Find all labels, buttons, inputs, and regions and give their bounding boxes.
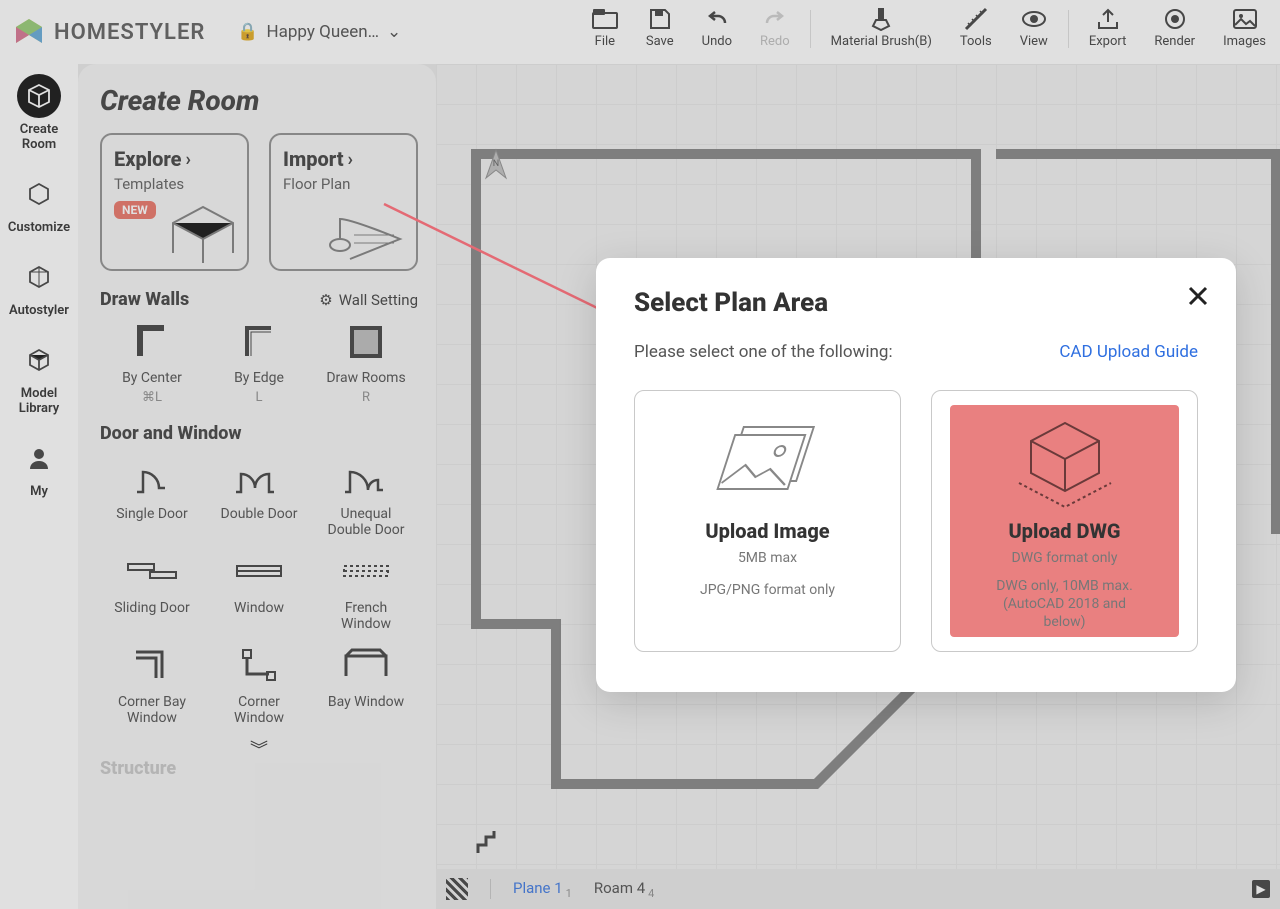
image-stack-icon <box>713 413 823 509</box>
select-plan-area-modal: Select Plan Area Please select one of th… <box>596 258 1236 692</box>
modal-hint: Please select one of the following: <box>634 342 893 362</box>
dwg-model-icon <box>1005 413 1125 509</box>
upload-dwg-option[interactable]: Upload DWG DWG format only DWG only, 10M… <box>931 390 1198 652</box>
close-icon <box>1186 284 1210 308</box>
modal-title: Select Plan Area <box>634 288 1198 318</box>
upload-image-option[interactable]: Upload Image 5MB max JPG/PNG format only <box>634 390 901 652</box>
cad-upload-guide-link[interactable]: CAD Upload Guide <box>1059 342 1198 362</box>
close-button[interactable] <box>1186 284 1210 312</box>
